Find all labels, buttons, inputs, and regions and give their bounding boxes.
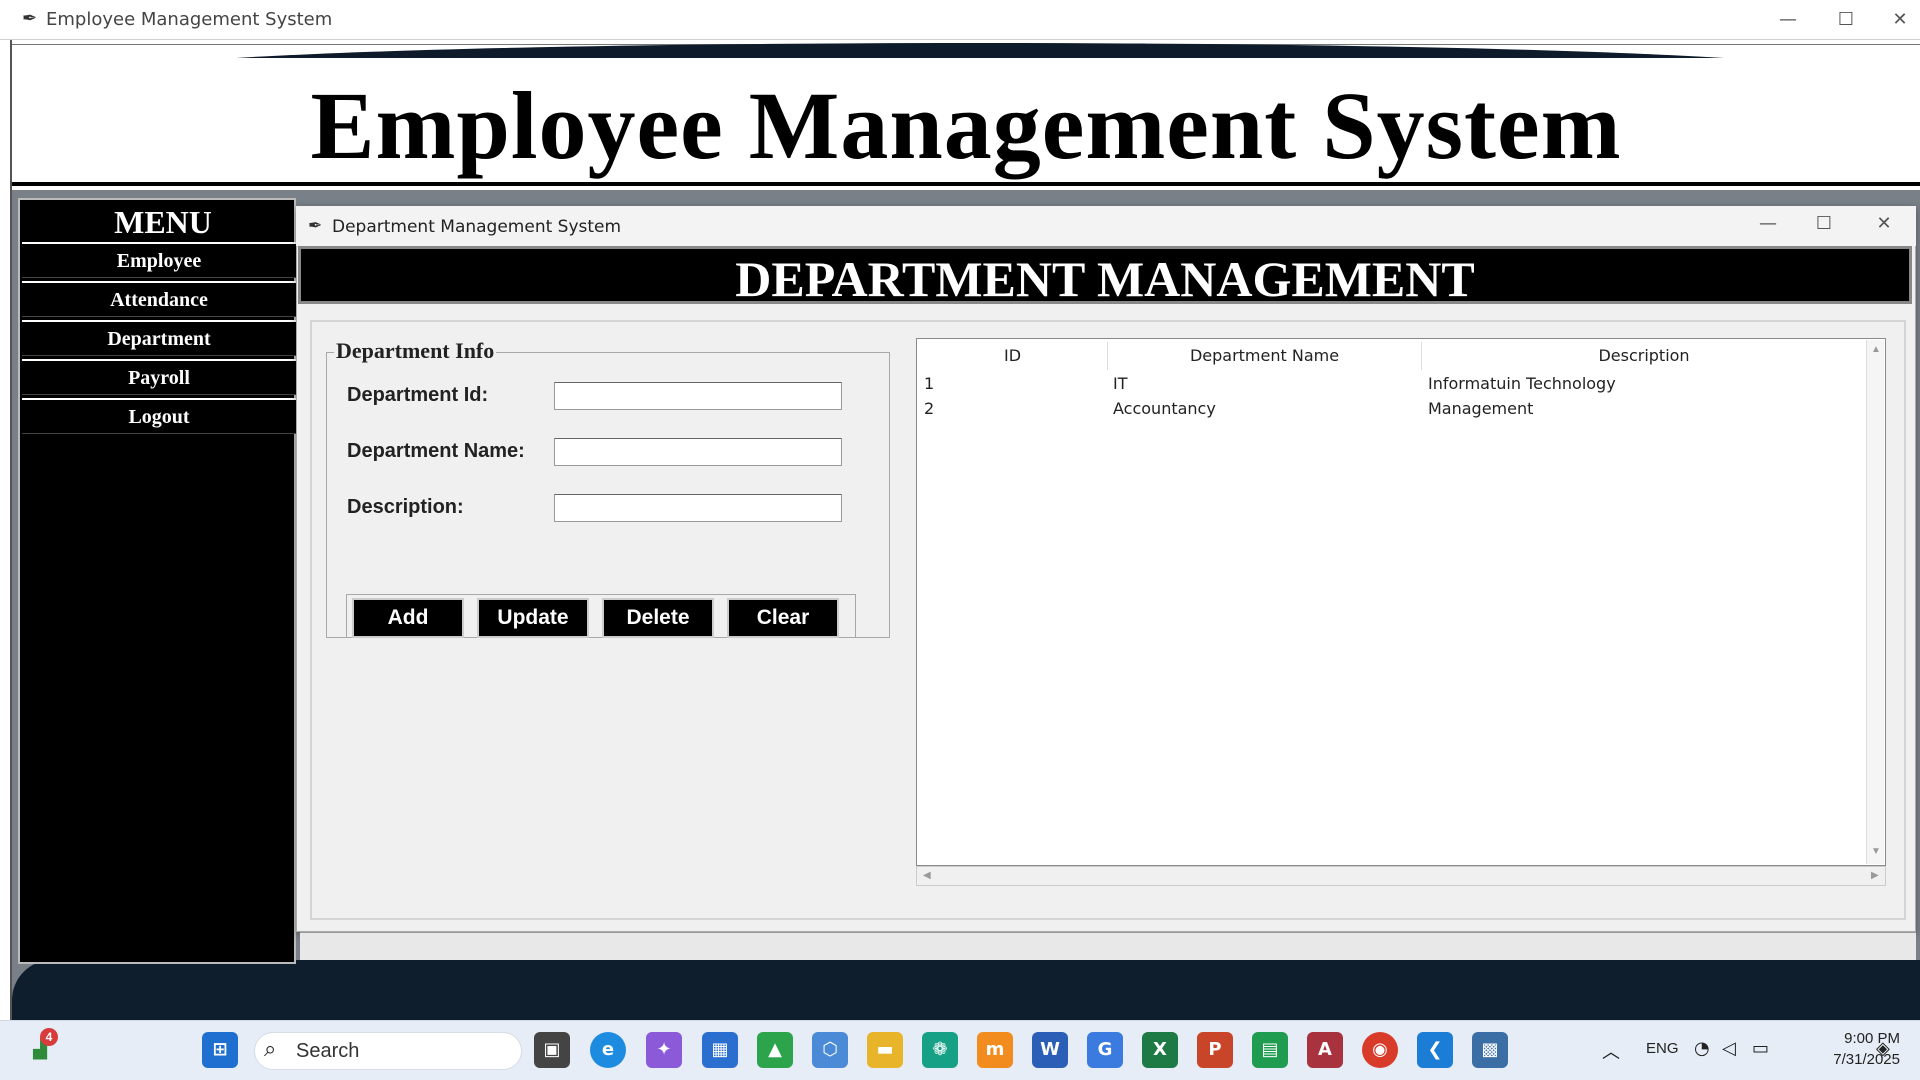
description-label: Description: bbox=[347, 496, 464, 518]
sidebar-item-logout[interactable]: Logout bbox=[22, 398, 296, 434]
python-icon[interactable]: ▩ bbox=[1472, 1032, 1508, 1068]
update-button[interactable]: Update bbox=[477, 598, 589, 638]
excel-icon[interactable]: X bbox=[1142, 1032, 1178, 1068]
windows-start-icon[interactable]: ⊞ bbox=[202, 1032, 238, 1068]
sidebar-item-department[interactable]: Department bbox=[22, 320, 296, 356]
wifi-icon[interactable]: ◔ bbox=[1694, 1038, 1710, 1059]
table-cell-description[interactable]: Informatuin Technology bbox=[1428, 374, 1616, 393]
table-cell-department-name[interactable]: IT bbox=[1113, 374, 1128, 393]
search-placeholder: Search bbox=[296, 1040, 360, 1062]
background-dark-band bbox=[12, 960, 1920, 1020]
description-input[interactable] bbox=[554, 494, 842, 522]
copilot-icon[interactable]: ✦ bbox=[646, 1032, 682, 1068]
task-view-icon[interactable]: ▣ bbox=[534, 1032, 570, 1068]
dept-minimize-button[interactable]: — bbox=[1740, 208, 1796, 240]
department-info-legend: Department Info bbox=[334, 338, 497, 364]
powerpoint-icon[interactable]: P bbox=[1197, 1032, 1233, 1068]
maximize-button[interactable]: ☐ bbox=[1818, 4, 1874, 36]
header-divider bbox=[12, 182, 1920, 186]
moodle-icon[interactable]: m bbox=[977, 1032, 1013, 1068]
table-cell-department-name[interactable]: Accountancy bbox=[1113, 399, 1216, 418]
department-banner-title: DEPARTMENT MANAGEMENT bbox=[735, 251, 1475, 307]
drive-icon[interactable]: ▲ bbox=[757, 1032, 793, 1068]
scroll-down-icon[interactable]: ▼ bbox=[1871, 846, 1881, 857]
scroll-right-icon[interactable]: ▶ bbox=[1871, 870, 1879, 881]
sidebar-item-employee[interactable]: Employee bbox=[22, 242, 296, 278]
clear-button[interactable]: Clear bbox=[727, 598, 839, 638]
vertical-scrollbar[interactable]: ▲ ▼ bbox=[1866, 340, 1884, 864]
dept-maximize-button[interactable]: ☐ bbox=[1796, 208, 1852, 240]
chrome-icon[interactable]: ◉ bbox=[1362, 1032, 1398, 1068]
edge-icon[interactable]: e bbox=[590, 1032, 626, 1068]
department-table[interactable] bbox=[916, 338, 1886, 866]
table-cell-id[interactable]: 1 bbox=[924, 374, 934, 393]
main-title: Employee Management System bbox=[310, 72, 1622, 179]
department-name-input[interactable] bbox=[554, 438, 842, 466]
feather-app-icon: ✒ bbox=[308, 216, 323, 235]
minimize-button[interactable]: — bbox=[1760, 4, 1816, 36]
department-window-title: Department Management System bbox=[332, 217, 622, 237]
cube-app-icon[interactable]: ⬡ bbox=[812, 1032, 848, 1068]
department-id-label: Department Id: bbox=[347, 384, 489, 406]
scroll-up-icon[interactable]: ▲ bbox=[1871, 344, 1881, 355]
delete-button[interactable]: Delete bbox=[602, 598, 714, 638]
volume-icon[interactable]: ◁ bbox=[1722, 1038, 1736, 1059]
close-button[interactable]: ✕ bbox=[1872, 4, 1920, 36]
search-icon: ⌕ bbox=[264, 1036, 277, 1061]
store-icon[interactable]: ▦ bbox=[702, 1032, 738, 1068]
battery-icon[interactable]: ▭ bbox=[1752, 1038, 1769, 1059]
department-window-title-bar: ✒ Department Management System — ☐ ✕ bbox=[296, 206, 1916, 246]
outer-title-bar: ✒ Employee Management System — ☐ ✕ bbox=[0, 0, 1920, 40]
menu-title: MENU bbox=[114, 204, 212, 240]
column-header-id[interactable]: ID bbox=[918, 342, 1108, 370]
classroom-icon[interactable]: ▤ bbox=[1252, 1032, 1288, 1068]
column-header-description[interactable]: Description bbox=[1422, 342, 1866, 370]
translate-icon[interactable]: G bbox=[1087, 1032, 1123, 1068]
dept-close-button[interactable]: ✕ bbox=[1856, 208, 1912, 240]
notification-badge: 4 bbox=[40, 1028, 58, 1046]
chevron-up-icon[interactable]: ︿ bbox=[1602, 1038, 1620, 1064]
outer-window-title: Employee Management System bbox=[46, 9, 333, 30]
department-id-input[interactable] bbox=[554, 382, 842, 410]
sidebar-item-attendance[interactable]: Attendance bbox=[22, 281, 296, 317]
language-indicator[interactable]: ENG bbox=[1646, 1040, 1679, 1057]
table-cell-id[interactable]: 2 bbox=[924, 399, 934, 418]
column-header-department-name[interactable]: Department Name bbox=[1108, 342, 1422, 370]
table-cell-description[interactable]: Management bbox=[1428, 399, 1533, 418]
search-input[interactable] bbox=[254, 1032, 522, 1070]
word-icon[interactable]: W bbox=[1032, 1032, 1068, 1068]
file-explorer-icon[interactable]: ▬ bbox=[867, 1032, 903, 1068]
scroll-left-icon[interactable]: ◀ bbox=[923, 870, 931, 881]
vscode-icon[interactable]: ❮ bbox=[1417, 1032, 1453, 1068]
window-bottom-strip bbox=[300, 932, 1916, 960]
chatgpt-icon[interactable]: ❁ bbox=[922, 1032, 958, 1068]
feather-app-icon: ✒ bbox=[22, 8, 38, 28]
department-name-label: Department Name: bbox=[347, 440, 525, 462]
add-button[interactable]: Add bbox=[352, 598, 464, 638]
horizontal-scrollbar[interactable]: ◀ ▶ bbox=[916, 866, 1886, 886]
sidebar-item-payroll[interactable]: Payroll bbox=[22, 359, 296, 395]
access-icon[interactable]: A bbox=[1307, 1032, 1343, 1068]
notification-bell-icon[interactable]: ◈ bbox=[1876, 1038, 1890, 1059]
